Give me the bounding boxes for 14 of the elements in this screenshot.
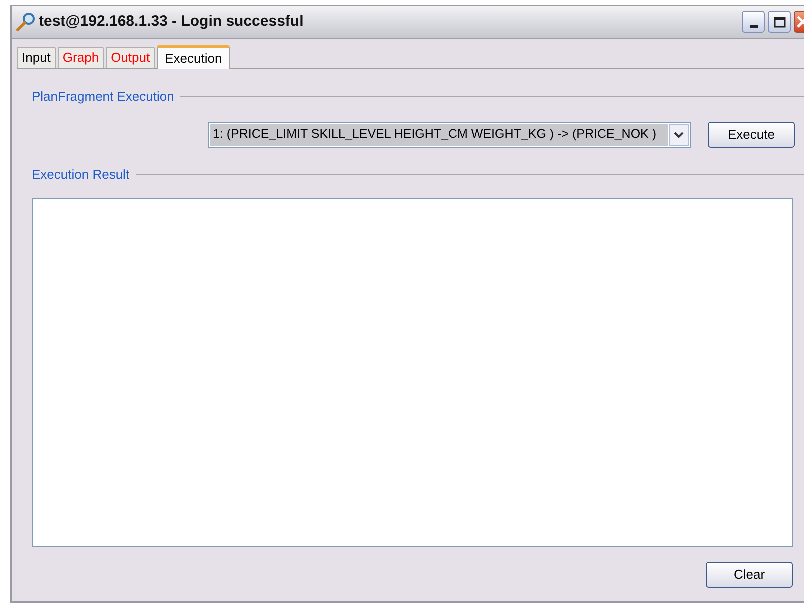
section-title: Execution Result — [32, 166, 130, 184]
maximize-button[interactable] — [768, 11, 791, 33]
maximize-icon — [774, 16, 786, 28]
plan-dropdown[interactable]: 1: (PRICE_LIMIT SKILL_LEVEL HEIGHT_CM WEIGHT_KG ) -> (PRICE_NOK ) — [208, 122, 691, 148]
minimize-icon — [750, 25, 758, 28]
window-title: test@192.168.1.33 - Login successful — [39, 12, 304, 32]
magnifier-icon — [16, 12, 36, 32]
clear-button[interactable]: Clear — [706, 562, 793, 588]
execute-button[interactable]: Execute — [708, 122, 795, 148]
dropdown-value: 1: (PRICE_LIMIT SKILL_LEVEL HEIGHT_CM WEIGHT_KG ) -> (PRICE_NOK ) — [210, 124, 668, 146]
tab[interactable]: Execution — [157, 45, 230, 69]
section-title: PlanFragment Execution — [32, 88, 174, 106]
minimize-button[interactable] — [742, 11, 765, 33]
tab[interactable]: Input — [17, 47, 56, 68]
